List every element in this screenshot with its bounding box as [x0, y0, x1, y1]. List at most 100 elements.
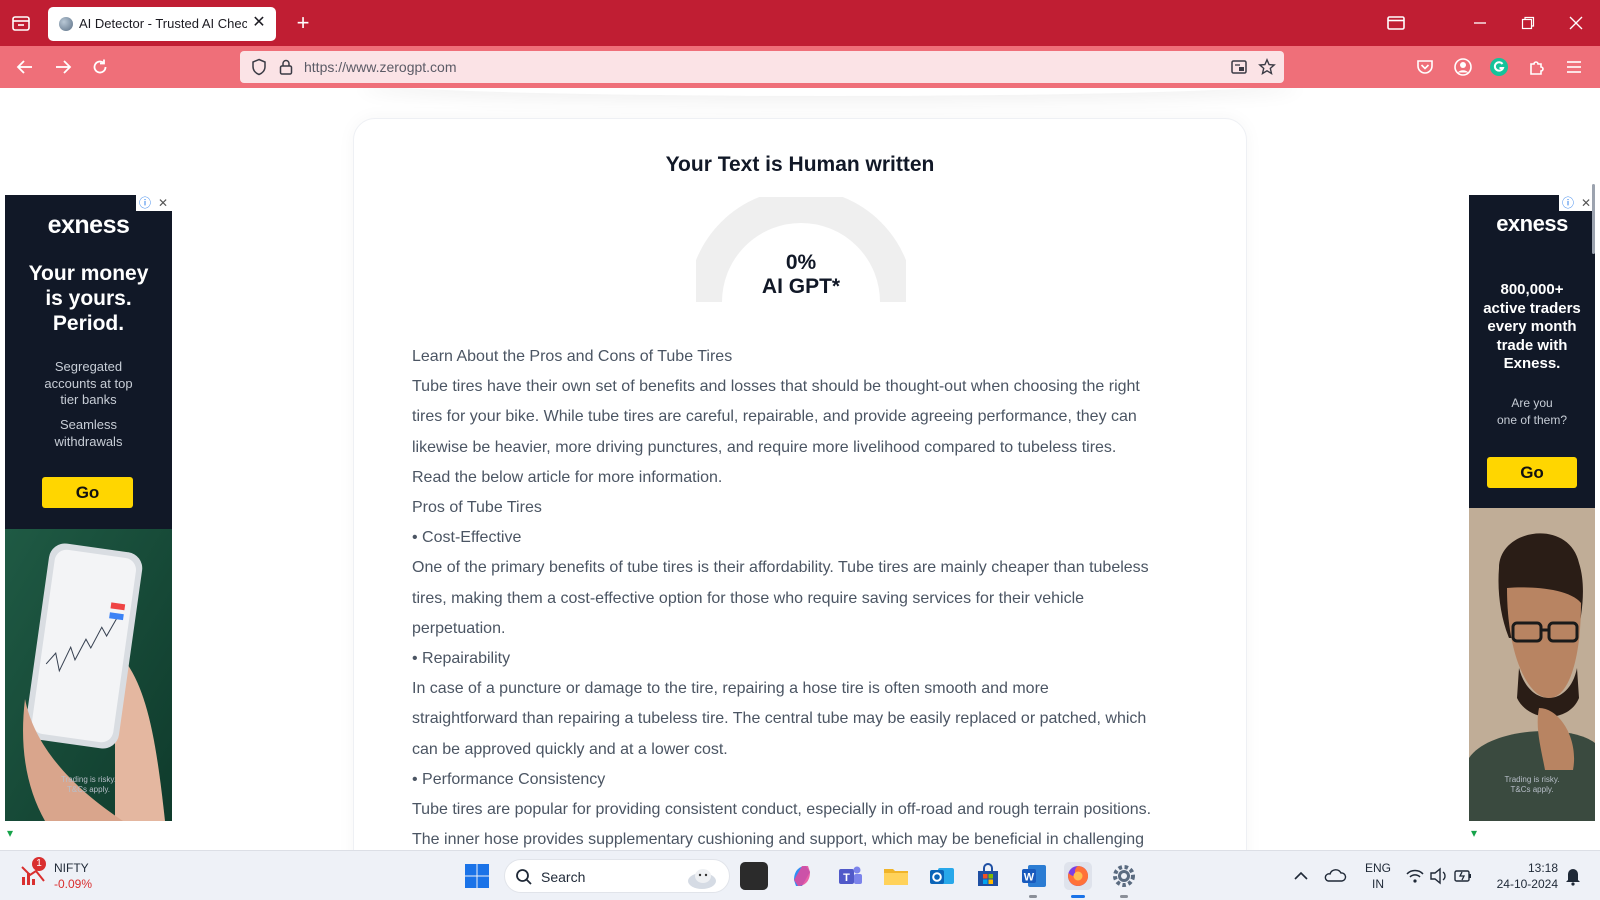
taskbar: 1 NIFTY -0.09% Search T W ENG IN 13:18 2…	[0, 850, 1600, 900]
forward-icon[interactable]	[51, 55, 75, 79]
restore-icon[interactable]	[1514, 9, 1542, 37]
ad-left[interactable]: ⓘ ✕ exness Your money is yours. Period. …	[5, 195, 172, 821]
volume-icon[interactable]	[1428, 862, 1450, 890]
analyzed-text: Learn About the Pros and Cons of Tube Ti…	[412, 342, 1202, 850]
text-line: straightforward than repairing a tubeles…	[412, 710, 1147, 728]
address-bar[interactable]: https://www.zerogpt.com	[240, 51, 1284, 83]
account-icon[interactable]	[1452, 56, 1474, 78]
text-line: In case of a puncture or damage to the t…	[412, 680, 1049, 698]
ad-subtext: Are you one of them?	[1469, 395, 1595, 428]
back-icon[interactable]	[13, 55, 37, 79]
url-text[interactable]: https://www.zerogpt.com	[304, 59, 457, 75]
ad-badge[interactable]: ⓘ ✕	[136, 195, 172, 211]
minimize-icon[interactable]	[1466, 9, 1494, 37]
ad-brand-logo: exness	[47, 211, 130, 239]
clock[interactable]: 13:18 24-10-2024	[1484, 860, 1558, 892]
firefox-icon[interactable]	[1064, 862, 1092, 890]
battery-icon[interactable]	[1452, 862, 1474, 890]
ad-headline-line: Your money	[28, 262, 149, 285]
ad-disclaimer-line: T&Cs apply.	[67, 785, 110, 794]
page-scrollbar[interactable]	[1592, 184, 1595, 254]
ad-subtext-line: withdrawals	[54, 433, 123, 449]
onedrive-cloud-icon[interactable]	[1322, 862, 1348, 890]
ad-info-icon[interactable]: ⓘ	[136, 195, 154, 211]
text-line: Tube tires have their own set of benefit…	[412, 378, 1140, 396]
stock-change[interactable]: -0.09%	[54, 877, 92, 891]
lock-icon[interactable]	[277, 58, 295, 76]
teams-icon[interactable]: T	[836, 862, 864, 890]
extensions-icon[interactable]	[1526, 56, 1548, 78]
outlook-icon[interactable]	[928, 862, 956, 890]
menu-icon[interactable]	[1563, 56, 1585, 78]
adchoices-icon[interactable]: ▾	[1471, 827, 1483, 839]
grammarly-icon[interactable]	[1488, 56, 1510, 78]
ad-headline-line: 800,000+	[1500, 281, 1564, 298]
ad-go-button[interactable]: Go	[42, 477, 133, 508]
chevron-up-icon[interactable]	[1290, 862, 1312, 890]
bookmark-star-icon[interactable]	[1258, 58, 1276, 76]
search-icon	[515, 868, 533, 886]
ad-info-icon[interactable]: ⓘ	[1559, 195, 1577, 211]
text-line: • Performance Consistency	[412, 770, 606, 788]
ad-brand-logo: exness	[1496, 211, 1568, 236]
page-viewport: Your Text is Human written 0% AI GPT* Le…	[0, 88, 1600, 850]
stock-name[interactable]: NIFTY	[54, 861, 89, 875]
firefox-active-indicator	[1071, 895, 1085, 898]
ad-subtext: Seamless withdrawals	[5, 417, 172, 450]
text-line: • Cost-Effective	[412, 529, 522, 547]
store-icon[interactable]	[974, 862, 1002, 890]
language-region: IN	[1372, 877, 1384, 891]
shield-icon[interactable]	[250, 58, 268, 76]
notification-bell-icon[interactable]	[1562, 862, 1584, 890]
text-line: The inner hose provides supplementary cu…	[412, 831, 1144, 849]
ad-go-button[interactable]: Go	[1487, 457, 1577, 488]
file-explorer-icon[interactable]	[882, 862, 910, 890]
settings-running-indicator	[1120, 895, 1128, 898]
ad-right[interactable]: ⓘ ✕ exness 800,000+ active traders every…	[1469, 195, 1595, 821]
svg-text:W: W	[1024, 872, 1035, 884]
copilot-icon[interactable]	[788, 862, 816, 890]
ad-subtext: Segregated accounts at top tier banks	[5, 359, 172, 409]
windows-start-icon[interactable]	[463, 862, 491, 890]
ai-gauge: 0% AI GPT*	[688, 189, 914, 305]
tab-close-icon[interactable]: ✕	[250, 14, 268, 32]
ad-headline: 800,000+ active traders every month trad…	[1469, 281, 1595, 374]
site-favicon-icon	[59, 17, 73, 31]
ad-subtext-line: Segregated	[54, 359, 123, 374]
adchoices-icon[interactable]: ▾	[7, 827, 19, 839]
tab-list-icon[interactable]	[10, 12, 32, 34]
tab-overview-icon[interactable]	[1382, 9, 1410, 37]
language-indicator[interactable]: ENG IN	[1358, 860, 1398, 892]
reader-view-icon[interactable]	[1230, 58, 1248, 76]
gauge-label: AI GPT*	[761, 275, 841, 298]
text-line: Read the below article for more informat…	[412, 468, 723, 486]
task-view-icon[interactable]	[740, 862, 768, 890]
search-highlight-icon	[685, 863, 719, 891]
ad-headline-line: trade with	[1496, 336, 1568, 354]
stock-badge: 1	[32, 857, 46, 871]
pocket-icon[interactable]	[1414, 56, 1436, 78]
ad-disclaimer-line: Trading is risky.	[60, 775, 117, 784]
language-code: ENG	[1364, 861, 1391, 875]
ad-disclaimer-line: Trading is risky.	[1504, 775, 1560, 784]
svg-text:T: T	[843, 872, 850, 884]
wifi-icon[interactable]	[1404, 862, 1426, 890]
ad-disclaimer: Trading is risky. T&Cs apply.	[5, 775, 172, 795]
taskbar-search[interactable]: Search	[504, 859, 730, 893]
ad-headline-line: is yours.	[45, 287, 132, 310]
ad-subtext-line: Are you	[1511, 396, 1553, 410]
close-window-icon[interactable]	[1562, 9, 1590, 37]
tab-ai-detector[interactable]: AI Detector - Trusted AI Checker ✕	[48, 7, 276, 41]
tab-bar: AI Detector - Trusted AI Checker ✕ +	[0, 0, 1600, 46]
reload-icon[interactable]	[88, 55, 112, 79]
ad-close-icon[interactable]: ✕	[154, 195, 172, 211]
text-line: Pros of Tube Tires	[412, 499, 542, 517]
new-tab-button[interactable]: +	[290, 10, 316, 36]
ad-headline-line: Period.	[52, 312, 125, 335]
ad-badge[interactable]: ⓘ ✕	[1559, 195, 1595, 211]
word-icon[interactable]: W	[1020, 862, 1048, 890]
ad-subtext-line: one of them?	[1496, 412, 1568, 427]
text-line: can be approved quickly and at a lower c…	[412, 740, 728, 758]
settings-gear-icon[interactable]	[1110, 862, 1138, 890]
ad-disclaimer: Trading is risky. T&Cs apply.	[1469, 775, 1595, 795]
